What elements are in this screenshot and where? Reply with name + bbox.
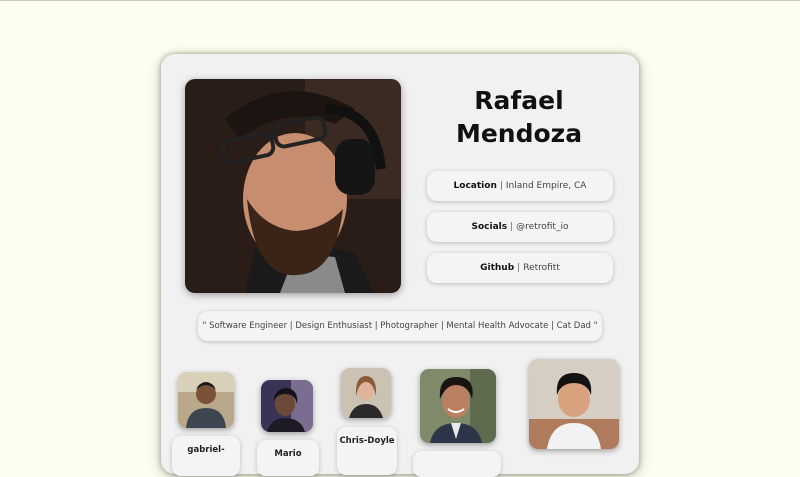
profile-name: Rafael Mendoza <box>455 86 583 148</box>
friend-avatar-5[interactable] <box>529 359 619 449</box>
socials-label: Socials <box>471 222 508 232</box>
friend-avatar-5-image <box>529 359 619 449</box>
friend-avatar-4-image <box>420 369 496 443</box>
github-label: Github <box>480 263 515 273</box>
friend-avatar-3[interactable] <box>341 368 391 418</box>
window-top-edge <box>0 0 800 1</box>
location-separator: | <box>499 181 503 191</box>
profile-card: Rafael Mendoza Location | Inland Empire,… <box>161 54 639 477</box>
github-pill[interactable]: Github | Retrofitt <box>427 253 613 283</box>
socials-pill[interactable]: Socials | @retrofit_io <box>427 212 613 242</box>
location-label: Location <box>453 181 497 191</box>
location-value: Inland Empire, CA <box>505 181 587 191</box>
socials-separator: | <box>510 222 514 232</box>
friend-avatar-3-image <box>341 368 391 418</box>
friend-avatar-4[interactable] <box>420 369 496 443</box>
friend-avatar-1-image <box>178 372 234 428</box>
friend-avatar-1[interactable] <box>178 372 234 428</box>
friend-avatar-2-image <box>261 380 313 432</box>
location-pill: Location | Inland Empire, CA <box>427 171 613 201</box>
friend-label-4[interactable] <box>413 451 501 477</box>
github-value[interactable]: Retrofitt <box>523 263 560 273</box>
friend-avatar-2[interactable] <box>261 380 313 432</box>
profile-photo-image <box>185 79 401 293</box>
tagline: " Software Engineer | Design Enthusiast … <box>198 311 602 341</box>
friend-label-1[interactable]: gabriel- <box>172 436 240 476</box>
friend-label-2[interactable]: Mario <box>257 440 319 476</box>
github-separator: | <box>517 263 521 273</box>
friend-label-3[interactable]: Chris-Doyle <box>337 427 397 475</box>
socials-value[interactable]: @retrofit_io <box>516 222 568 232</box>
profile-photo <box>185 79 401 293</box>
